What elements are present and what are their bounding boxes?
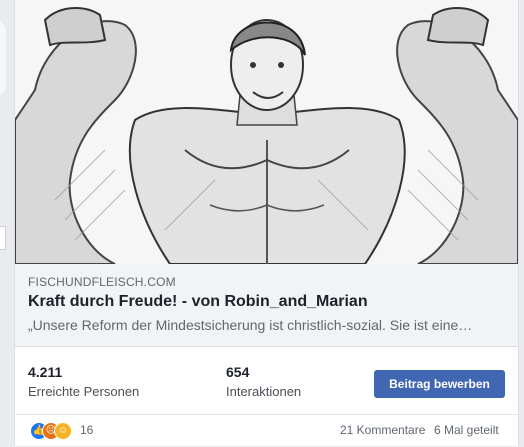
reaction-count[interactable]: 16 (80, 423, 93, 437)
engagement-label: Interaktionen (226, 384, 302, 399)
post-footer: 👍 ☹ ☺ 16 21 Kommentare 6 Mal geteilt (15, 414, 518, 447)
engagement-value: 654 (226, 364, 250, 380)
shares-count[interactable]: 6 Mal geteilt (434, 423, 499, 437)
link-title[interactable]: Kraft durch Freude! - von Robin_and_Mari… (28, 293, 368, 311)
boost-post-button[interactable]: Beitrag bewerben (374, 370, 505, 398)
link-preview[interactable]: FISCHUNDFLEISCH.COM Kraft durch Freude! … (15, 264, 518, 347)
page-edge-decoration (0, 18, 6, 98)
reach-label: Erreichte Personen (28, 384, 140, 399)
post-card: FISCHUNDFLEISCH.COM Kraft durch Freude! … (14, 0, 519, 446)
side-tab[interactable] (0, 226, 6, 250)
comments-count[interactable]: 21 Kommentare (340, 423, 425, 437)
reach-value: 4.211 (28, 364, 63, 380)
haha-icon: ☺ (54, 422, 72, 440)
engagement-stat[interactable]: 654 Interaktionen (226, 364, 301, 399)
link-domain: FISCHUNDFLEISCH.COM (28, 275, 176, 289)
link-description: „Unsere Reform der Mindestsicherung ist … (28, 317, 473, 333)
post-insights: 4.211 Erreichte Personen 654 Interaktion… (15, 356, 518, 410)
link-preview-image[interactable] (15, 0, 518, 265)
sketch-illustration (15, 0, 518, 264)
reach-stat[interactable]: 4.211 Erreichte Personen (28, 364, 139, 399)
